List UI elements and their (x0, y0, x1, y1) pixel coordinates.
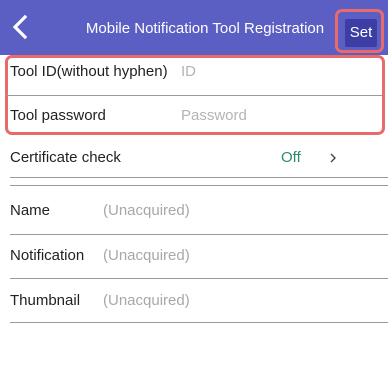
tool-password-label: Tool password (10, 107, 106, 124)
notification-label: Notification (10, 247, 85, 264)
page-title: Mobile Notification Tool Registration (85, 20, 325, 37)
name-row: Name (Unacquired) (10, 201, 388, 221)
chevron-left-icon (12, 14, 28, 40)
notification-value: (Unacquired) (103, 247, 190, 264)
tool-id-row[interactable]: Tool ID(without hyphen) ID (10, 62, 388, 82)
tool-id-label: Tool ID(without hyphen) (10, 63, 168, 80)
set-button[interactable]: Set (345, 19, 377, 47)
thumbnail-label: Thumbnail (10, 292, 81, 309)
name-value: (Unacquired) (103, 202, 190, 219)
back-button[interactable] (8, 14, 34, 40)
tool-password-row[interactable]: Tool password Password (10, 106, 388, 126)
divider (10, 234, 388, 235)
tool-password-input[interactable]: Password (181, 106, 247, 126)
thumbnail-value: (Unacquired) (103, 292, 190, 309)
certificate-check-value[interactable]: Off (281, 148, 301, 168)
notification-row: Notification (Unacquired) (10, 246, 388, 266)
divider (10, 185, 388, 186)
certificate-check-row[interactable]: Certificate check Off (10, 148, 388, 168)
name-label: Name (10, 202, 51, 219)
chevron-right-icon (330, 153, 336, 163)
divider (6, 95, 382, 96)
divider (10, 322, 388, 323)
divider (10, 177, 388, 178)
tool-id-input[interactable]: ID (181, 62, 196, 82)
certificate-check-label: Certificate check (10, 149, 121, 166)
thumbnail-row: Thumbnail (Unacquired) (10, 291, 388, 311)
divider (10, 278, 388, 279)
